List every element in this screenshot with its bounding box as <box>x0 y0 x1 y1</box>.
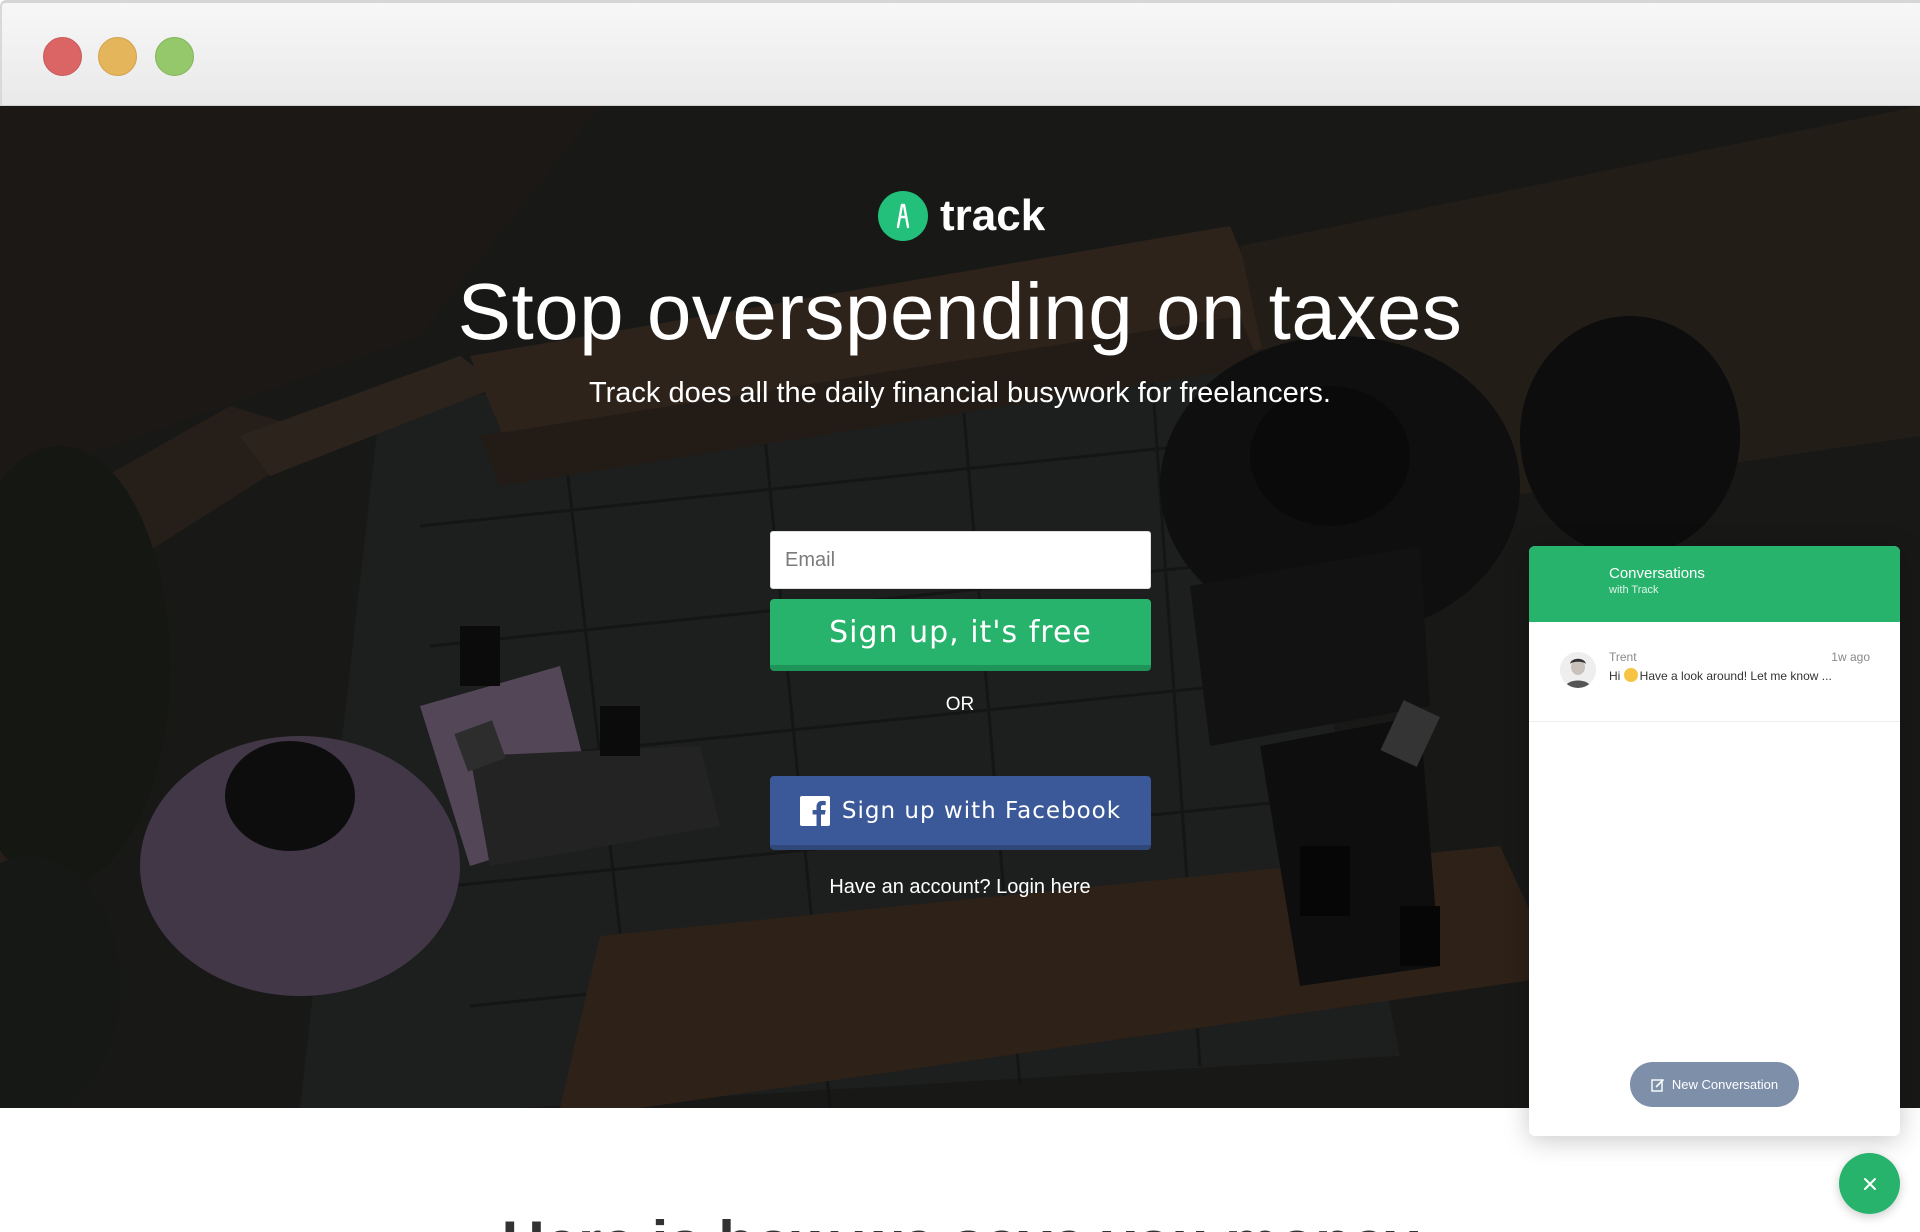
chat-subtitle: with Track <box>1609 584 1659 596</box>
maximize-window-button[interactable] <box>155 37 194 76</box>
new-conversation-label: New Conversation <box>1671 1077 1779 1092</box>
compose-icon <box>1651 1078 1664 1092</box>
chat-header: Conversations with Track <box>1529 546 1900 622</box>
chat-close-button[interactable] <box>1839 1153 1900 1214</box>
close-window-button[interactable] <box>43 37 82 76</box>
facebook-signup-button[interactable]: Sign up with Facebook <box>770 776 1151 850</box>
chat-title: Conversations <box>1609 565 1705 582</box>
browser-window-bar <box>0 0 1920 106</box>
chat-widget: Conversations with Track Trent 1w ago Hi… <box>1529 546 1900 1136</box>
facebook-icon <box>799 795 830 826</box>
conversation-time: 1w ago <box>1831 650 1870 664</box>
conversation-preview-start: Hi <box>1609 669 1624 683</box>
facebook-signup-label: Sign up with Facebook <box>841 797 1122 824</box>
close-icon <box>1863 1177 1876 1190</box>
new-conversation-button[interactable]: New Conversation <box>1630 1062 1799 1107</box>
logo-text: track <box>940 191 1046 240</box>
track-logo[interactable]: track <box>878 190 1045 242</box>
email-input[interactable] <box>770 531 1151 589</box>
conversation-sender: Trent <box>1609 650 1637 664</box>
conversation-preview-text: Have a look around! Let me know ... <box>1639 669 1832 683</box>
page-subheading: Track does all the daily financial busyw… <box>589 377 1331 409</box>
minimize-window-button[interactable] <box>98 37 137 76</box>
savings-heading: Here is how we save you money <box>0 1208 1920 1232</box>
conversation-preview: Hi Have a look around! Let me know ... <box>1609 668 1832 683</box>
signup-button[interactable]: Sign up, it's free <box>770 599 1151 671</box>
smile-emoji-icon <box>1623 668 1638 682</box>
avatar <box>1560 652 1596 688</box>
track-logo-icon <box>878 191 928 241</box>
page-headline: Stop overspending on taxes <box>457 267 1463 356</box>
conversation-item[interactable]: Trent 1w ago Hi Have a look around! Let … <box>1529 622 1900 722</box>
